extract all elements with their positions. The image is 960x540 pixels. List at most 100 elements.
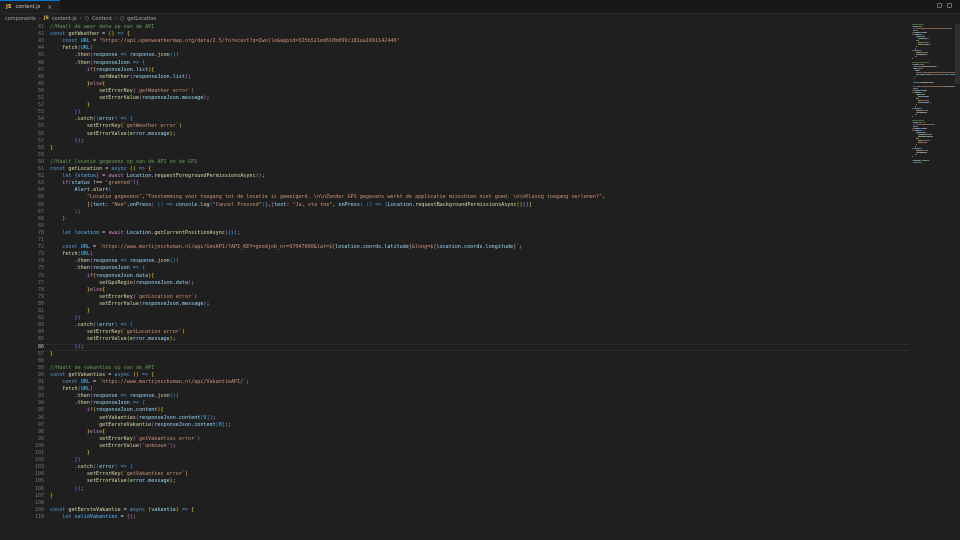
- scrollbar-thumb[interactable]: [955, 24, 960, 84]
- code-line[interactable]: const URL = `https://www.martijnschuman.…: [50, 244, 522, 251]
- code-line[interactable]: //Haalt de weer data op van de API: [50, 24, 154, 31]
- code-line[interactable]: if(responseJson.content){: [50, 407, 164, 414]
- code-line[interactable]: });: [50, 344, 84, 351]
- minimap-stroke: [920, 150, 928, 151]
- minimap-stroke: [916, 34, 922, 35]
- breadcrumb-folder[interactable]: components: [5, 16, 36, 22]
- code-line[interactable]: setErrorKey(`getVakanties error`): [50, 436, 200, 443]
- code-line[interactable]: const getLocation = async () => {: [50, 166, 151, 173]
- code-line[interactable]: }): [50, 457, 81, 464]
- code-line[interactable]: .catch((error) => {: [50, 116, 133, 123]
- minimap-stroke: [923, 66, 936, 67]
- code-line[interactable]: "Locatie gegevens","Toestemming voor toe…: [50, 194, 605, 201]
- code-line[interactable]: .then(responseJson => {: [50, 400, 146, 407]
- code-token: {: [129, 464, 133, 471]
- line-number: 41: [37, 24, 44, 30]
- code-line[interactable]: getEersteVakantie(responseJson.content[0…: [50, 422, 231, 429]
- code-token: {: [142, 400, 146, 407]
- code-line[interactable]: .catch((error) => {: [50, 464, 133, 471]
- code-line[interactable]: setErrorValue(error.message);: [50, 131, 176, 138]
- code-line[interactable]: const URL = `https://www.martijnschuman.…: [50, 379, 249, 386]
- code-token: setErrorValue: [99, 300, 139, 307]
- code-line[interactable]: setErrorKey(`getLocation error`): [50, 329, 185, 336]
- code-line[interactable]: }: [50, 145, 53, 152]
- breadcrumb-function[interactable]: getLocation: [127, 16, 156, 22]
- line-number: 72: [37, 244, 44, 251]
- code-line[interactable]: );: [50, 209, 81, 216]
- code-line[interactable]: setErrorValue(error.message);: [50, 478, 176, 485]
- code-line[interactable]: .then(response => response.json()): [50, 393, 179, 400]
- code-line[interactable]: setGpsRegio(responseJson.data);: [50, 280, 194, 287]
- breadcrumb-component[interactable]: Content: [92, 16, 112, 22]
- code-line[interactable]: setErrorValue('unknown');: [50, 443, 176, 450]
- code-line[interactable]: }else{: [50, 429, 105, 436]
- code-line[interactable]: }: [50, 351, 53, 358]
- minimap[interactable]: [912, 24, 960, 164]
- code-line[interactable]: setErrorKey(`getWeather error`): [50, 123, 182, 130]
- breadcrumb-file[interactable]: content.js: [52, 16, 77, 22]
- more-actions-icon[interactable]: [947, 3, 952, 8]
- code-token: responseJson: [96, 66, 133, 73]
- code-line[interactable]: .then(responseJson => {: [50, 60, 146, 67]
- vertical-scrollbar[interactable]: [955, 24, 960, 540]
- code-line[interactable]: Alert.alert(: [50, 187, 112, 194]
- code-line[interactable]: setErrorValue(responseJson.message);: [50, 95, 209, 102]
- code-line[interactable]: if(responseJson.data){: [50, 273, 155, 280]
- code-line[interactable]: let location = await Location.getCurrent…: [50, 230, 240, 237]
- code-line[interactable]: //Haalt de vakanties op van de API: [50, 365, 154, 372]
- line-number: 51: [37, 95, 44, 101]
- code-token: ;: [212, 414, 216, 421]
- code-line[interactable]: const getEersteVakantie = async (vakanti…: [50, 507, 194, 514]
- code-line[interactable]: }: [50, 216, 65, 223]
- code-line[interactable]: fetch(URL): [50, 386, 93, 393]
- code-line[interactable]: .then(response => response.json()): [50, 258, 179, 265]
- code-line[interactable]: }: [50, 493, 53, 500]
- code-line[interactable]: const getVakanties = async () => {: [50, 372, 154, 379]
- code-line[interactable]: setErrorKey(`getVakanties error`): [50, 471, 188, 478]
- close-icon[interactable]: ×: [47, 4, 52, 11]
- code-line[interactable]: });: [50, 486, 84, 493]
- code-line[interactable]: setErrorValue(responseJson.message);: [50, 300, 209, 308]
- code-line[interactable]: .catch((error) => {: [50, 322, 133, 329]
- code-line[interactable]: .then(responseJson => {: [50, 265, 146, 272]
- minimap-stroke: [921, 140, 929, 141]
- code-token: }&long=${: [408, 244, 437, 251]
- code-line[interactable]: setWeather(responseJson.list);: [50, 74, 191, 81]
- chevron-right-icon: ›: [79, 15, 82, 22]
- line-number: 62: [37, 173, 44, 180]
- code-line[interactable]: [{text: "Nee",onPress: () => console.log…: [50, 202, 532, 209]
- code-editor[interactable]: //Haalt de weer data op van de API const …: [50, 24, 905, 540]
- code-line[interactable]: setVakanties(responseJson.content[0]);: [50, 415, 216, 422]
- code-line[interactable]: setErrorValue(error.message);: [50, 336, 176, 343]
- code-token: let: [62, 513, 75, 520]
- code-line[interactable]: fetch(URL): [50, 251, 93, 258]
- tab-content-js[interactable]: JS content.js ×: [0, 0, 61, 13]
- code-line[interactable]: });: [50, 138, 84, 145]
- code-line[interactable]: if(responseJson.list){: [50, 66, 155, 74]
- code-line[interactable]: fetch(URL): [50, 45, 93, 52]
- code-line[interactable]: let validVakanties = [];: [50, 514, 136, 521]
- code-token: content: [178, 414, 201, 421]
- code-line[interactable]: let {status} = await Location.requestFor…: [50, 173, 265, 180]
- code-line[interactable]: //Haalt locatie gegevens op van de API e…: [50, 159, 197, 166]
- code-line[interactable]: }: [50, 308, 90, 315]
- code-line[interactable]: }: [50, 102, 90, 109]
- code-token: async: [129, 506, 149, 513]
- code-line[interactable]: const URL = "https://api.openweathermap.…: [50, 38, 399, 45]
- code-line[interactable]: }else{: [50, 81, 105, 88]
- code-token: "Nee": [111, 201, 127, 208]
- code-line[interactable]: }: [50, 450, 90, 457]
- code-line[interactable]: if(status !== 'granted'){: [50, 180, 139, 187]
- code-line[interactable]: setErrorKey(`getLocation error`): [50, 294, 197, 301]
- code-line[interactable]: .then(response => response.json()): [50, 52, 179, 59]
- code-token: const: [62, 244, 81, 251]
- code-line[interactable]: }): [50, 109, 81, 116]
- code-line[interactable]: }): [50, 315, 81, 322]
- code-token: error: [99, 464, 115, 471]
- code-line[interactable]: }else{: [50, 287, 105, 294]
- code-line[interactable]: const getWeather = () => {: [50, 31, 130, 38]
- code-line[interactable]: setErrorKey(`getWeather error`): [50, 88, 194, 95]
- code-token: ;: [237, 229, 241, 236]
- split-editor-icon[interactable]: [937, 3, 942, 8]
